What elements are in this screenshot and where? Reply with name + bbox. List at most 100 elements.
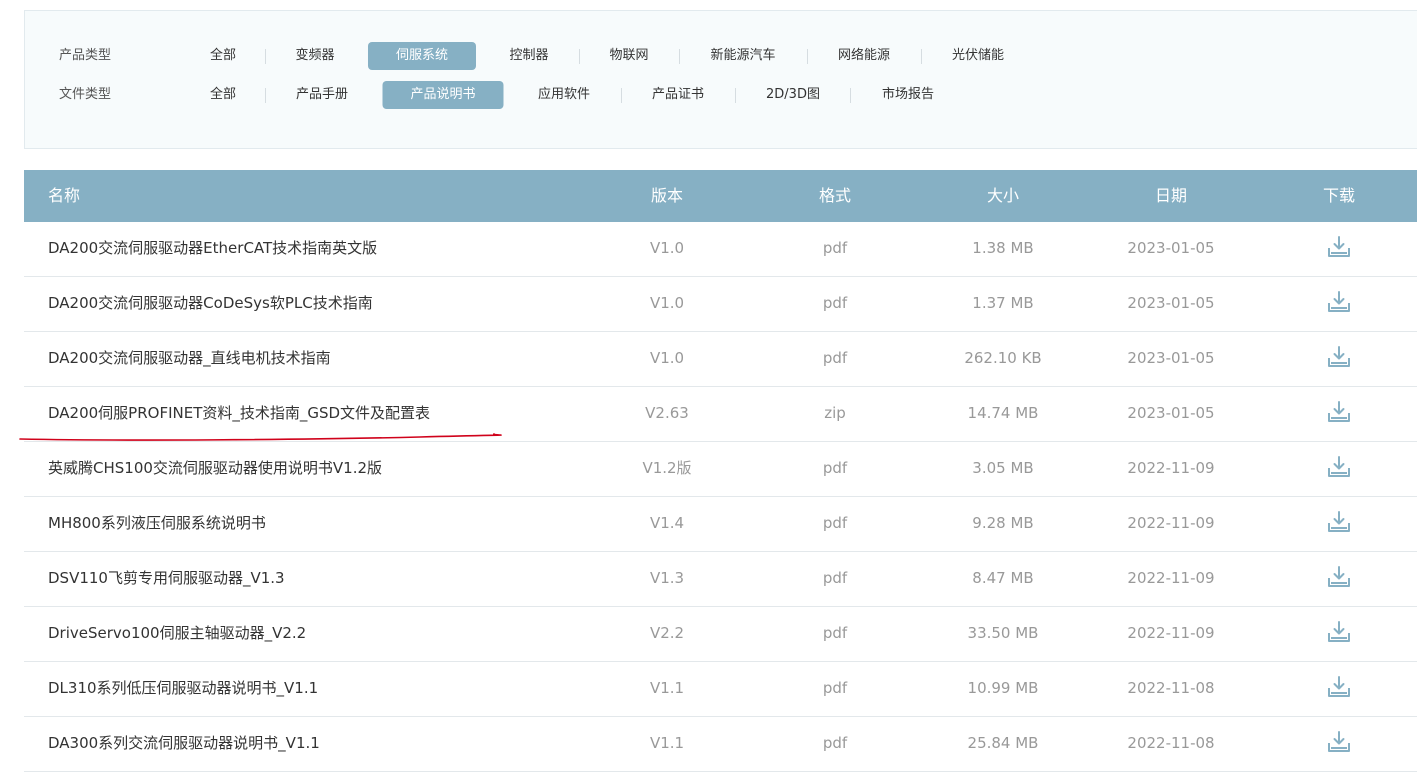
- cell-text: pdf: [822, 239, 848, 257]
- file-type-option-instructions[interactable]: 产品说明书: [382, 81, 504, 109]
- cell-text: 14.74 MB: [967, 404, 1039, 422]
- file-name[interactable]: 英威腾CHS100交流伺服驱动器使用说明书V1.2版: [48, 442, 382, 495]
- cell-text: pdf: [822, 459, 848, 477]
- separator: [579, 49, 580, 64]
- cell-text: 2023-01-05: [1127, 349, 1215, 367]
- cell-text: 2022-11-08: [1127, 679, 1215, 697]
- file-name[interactable]: DA300系列交流伺服驱动器说明书_V1.1: [48, 717, 320, 770]
- download-icon[interactable]: [1327, 401, 1351, 423]
- cell-text: V1.2版: [642, 459, 692, 477]
- file-name[interactable]: DA200伺服PROFINET资料_技术指南_GSD文件及配置表: [48, 387, 430, 440]
- table-row: MH800系列液压伺服系统说明书 V1.4 pdf 9.28 MB 2022-1…: [24, 497, 1417, 552]
- separator: [921, 49, 922, 64]
- cell-text: 262.10 KB: [964, 349, 1042, 367]
- cell-text: V1.4: [649, 514, 685, 532]
- cell-text: 3.05 MB: [972, 459, 1034, 477]
- cell-text: 8.47 MB: [972, 569, 1034, 587]
- table-row: 英威腾CHS100交流伺服驱动器使用说明书V1.2版 V1.2版 pdf 3.0…: [24, 442, 1417, 497]
- table-row: DA200伺服PROFINET资料_技术指南_GSD文件及配置表 V2.63 z…: [24, 387, 1417, 442]
- cell-text: V1.1: [649, 679, 685, 697]
- header-size-text: 大小: [987, 186, 1020, 205]
- cell-text: V2.63: [645, 404, 689, 422]
- download-icon[interactable]: [1327, 566, 1351, 588]
- file-type-option-software[interactable]: 应用软件: [524, 81, 604, 109]
- cell-text: 2023-01-05: [1127, 404, 1215, 422]
- product-type-option-servo[interactable]: 伺服系统: [367, 42, 477, 70]
- file-name[interactable]: DA200交流伺服驱动器CoDeSys软PLC技术指南: [48, 277, 373, 330]
- cell-text: V1.0: [649, 294, 685, 312]
- download-icon[interactable]: [1327, 621, 1351, 643]
- product-type-label: 产品类型: [59, 48, 112, 63]
- separator: [735, 88, 736, 103]
- product-type-option-pv-storage[interactable]: 光伏储能: [938, 42, 1018, 70]
- product-type-filter-row: 产品类型 全部 变频器 伺服系统 控制器 物联网 新能源汽车 网络能源 光伏储能: [25, 42, 1417, 70]
- download-icon[interactable]: [1327, 676, 1351, 698]
- product-type-option-nev[interactable]: 新能源汽车: [696, 42, 789, 70]
- separator: [621, 88, 622, 103]
- header-date-text: 日期: [1155, 186, 1188, 205]
- product-type-option-inverter[interactable]: 变频器: [281, 42, 348, 70]
- cell-text: 2022-11-09: [1127, 459, 1215, 477]
- file-type-option-market-report[interactable]: 市场报告: [868, 81, 948, 109]
- cell-text: pdf: [822, 349, 848, 367]
- cell-text: V1.1: [649, 734, 685, 752]
- table-row: DA200交流伺服驱动器CoDeSys软PLC技术指南 V1.0 pdf 1.3…: [24, 277, 1417, 332]
- separator: [807, 49, 808, 64]
- header-version-text: 版本: [651, 186, 684, 205]
- separator: [679, 49, 680, 64]
- cell-text: 2022-11-09: [1127, 624, 1215, 642]
- table-row: DA300系列交流伺服驱动器说明书_V1.1 V1.1 pdf 25.84 MB…: [24, 717, 1417, 772]
- download-icon[interactable]: [1327, 236, 1351, 258]
- cell-text: 10.99 MB: [967, 679, 1039, 697]
- download-icon[interactable]: [1327, 731, 1351, 753]
- header-format-text: 格式: [819, 186, 852, 205]
- cell-text: 2022-11-08: [1127, 734, 1215, 752]
- cell-text: 2022-11-09: [1127, 569, 1215, 587]
- file-name[interactable]: DL310系列低压伺服驱动器说明书_V1.1: [48, 662, 318, 715]
- file-name[interactable]: DA200交流伺服驱动器EtherCAT技术指南英文版: [48, 222, 377, 275]
- cell-text: pdf: [822, 569, 848, 587]
- table-body: DA200交流伺服驱动器EtherCAT技术指南英文版 V1.0 pdf 1.3…: [24, 222, 1417, 772]
- cell-text: 33.50 MB: [967, 624, 1039, 642]
- file-type-option-drawings[interactable]: 2D/3D图: [752, 81, 834, 109]
- separator: [265, 88, 266, 103]
- file-type-filter-row: 文件类型 全部 产品手册 产品说明书 应用软件 产品证书 2D/3D图 市场报告: [25, 81, 1417, 109]
- download-icon[interactable]: [1327, 346, 1351, 368]
- cell-text: 25.84 MB: [967, 734, 1039, 752]
- file-name[interactable]: MH800系列液压伺服系统说明书: [48, 497, 266, 550]
- product-type-option-all[interactable]: 全部: [196, 42, 250, 70]
- cell-text: 2022-11-09: [1127, 514, 1215, 532]
- file-type-option-manual[interactable]: 产品手册: [282, 81, 362, 109]
- cell-text: 1.37 MB: [972, 294, 1034, 312]
- table-row: DA200交流伺服驱动器_直线电机技术指南 V1.0 pdf 262.10 KB…: [24, 332, 1417, 387]
- header-download-text: 下载: [1323, 186, 1356, 205]
- download-icon[interactable]: [1327, 456, 1351, 478]
- cell-text: 2023-01-05: [1127, 239, 1215, 257]
- cell-text: pdf: [822, 624, 848, 642]
- file-type-option-all[interactable]: 全部: [196, 81, 250, 109]
- table-row: DA200交流伺服驱动器EtherCAT技术指南英文版 V1.0 pdf 1.3…: [24, 222, 1417, 277]
- product-type-option-controller[interactable]: 控制器: [495, 42, 562, 70]
- file-name[interactable]: DriveServo100伺服主轴驱动器_V2.2: [48, 607, 306, 660]
- file-name[interactable]: DSV110飞剪专用伺服驱动器_V1.3: [48, 552, 285, 605]
- cell-text: V2.2: [649, 624, 685, 642]
- table-row: DSV110飞剪专用伺服驱动器_V1.3 V1.3 pdf 8.47 MB 20…: [24, 552, 1417, 607]
- product-type-option-iot[interactable]: 物联网: [595, 42, 662, 70]
- cell-text: V1.3: [649, 569, 685, 587]
- download-icon[interactable]: [1327, 291, 1351, 313]
- file-type-option-certificate[interactable]: 产品证书: [638, 81, 718, 109]
- file-name[interactable]: DA200交流伺服驱动器_直线电机技术指南: [48, 332, 331, 385]
- cell-text: pdf: [822, 294, 848, 312]
- download-icon[interactable]: [1327, 511, 1351, 533]
- separator: [265, 49, 266, 64]
- cell-text: 1.38 MB: [972, 239, 1034, 257]
- filter-panel: 产品类型 全部 变频器 伺服系统 控制器 物联网 新能源汽车 网络能源 光伏储能…: [24, 10, 1417, 149]
- cell-text: pdf: [822, 734, 848, 752]
- cell-text: zip: [824, 404, 846, 422]
- cell-text: V1.0: [649, 239, 685, 257]
- table-row: DriveServo100伺服主轴驱动器_V2.2 V2.2 pdf 33.50…: [24, 607, 1417, 662]
- cell-text: V1.0: [649, 349, 685, 367]
- cell-text: pdf: [822, 679, 848, 697]
- product-type-option-network-energy[interactable]: 网络能源: [824, 42, 904, 70]
- table-header: 名称 版本 格式 大小 日期 下载: [24, 170, 1417, 222]
